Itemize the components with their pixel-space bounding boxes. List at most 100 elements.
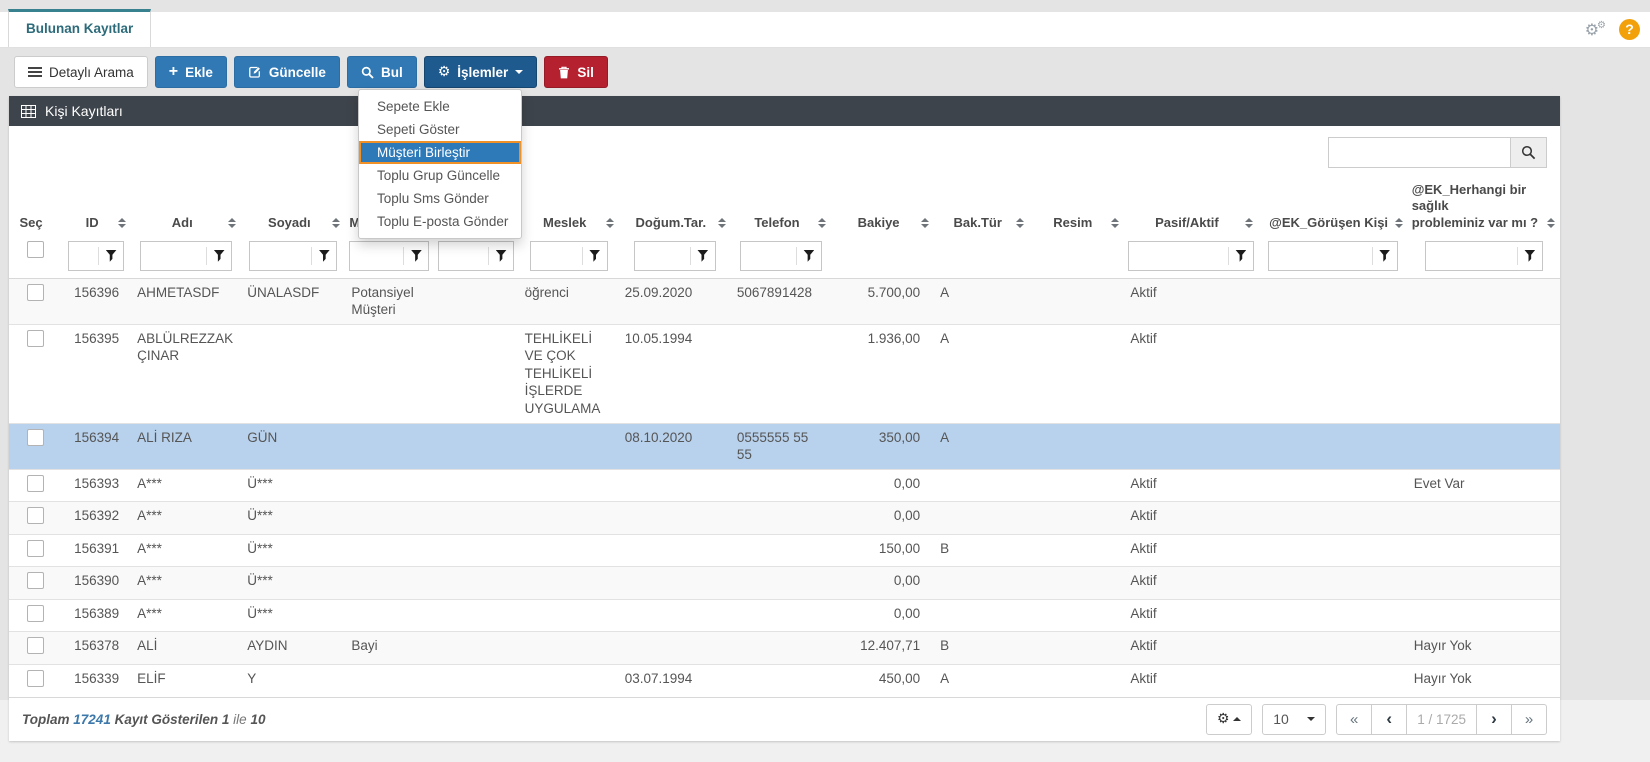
pager-settings-button[interactable]: ⚙ <box>1206 704 1252 735</box>
cell-soyadi: Ü*** <box>241 502 345 535</box>
filter-funnel-icon[interactable] <box>207 242 231 270</box>
filter-input-col6[interactable] <box>439 248 488 263</box>
update-button[interactable]: Güncelle <box>234 56 340 88</box>
next-page-button[interactable]: › <box>1476 704 1512 735</box>
column-label: Adı <box>172 215 193 230</box>
cell-ek_saglik <box>1408 278 1560 324</box>
filter-input-ek_saglik[interactable] <box>1426 248 1517 263</box>
find-button[interactable]: Bul <box>347 56 417 88</box>
cell-dogum_tar <box>619 567 731 600</box>
first-page-button[interactable]: « <box>1336 704 1372 735</box>
table-row[interactable]: 156390A***Ü***0,00Aktif <box>9 567 1560 600</box>
column-header-pasif_aktif[interactable]: Pasif/Aktif <box>1124 178 1257 239</box>
filter-input-musteri_tipi[interactable] <box>350 248 403 263</box>
filter-funnel-icon[interactable] <box>797 242 821 270</box>
column-header-ek_saglik[interactable]: @EK_Herhangi bir sağlık probleminiz var … <box>1408 178 1560 239</box>
row-checkbox[interactable] <box>27 540 44 557</box>
select-all-checkbox[interactable] <box>27 241 44 258</box>
sort-icon[interactable] <box>606 218 615 228</box>
sort-icon[interactable] <box>818 218 827 228</box>
column-header-dogum_tar[interactable]: Doğum.Tar. <box>619 178 731 239</box>
column-header-id[interactable]: ID <box>61 178 131 239</box>
menu-item[interactable]: Sepeti Göster <box>359 118 521 141</box>
sort-icon[interactable] <box>228 218 237 228</box>
filter-input-adi[interactable] <box>141 248 206 263</box>
table-search-input[interactable] <box>1328 137 1511 168</box>
page-size-select[interactable]: 10 <box>1262 704 1326 735</box>
row-checkbox[interactable] <box>27 507 44 524</box>
detailed-search-button[interactable]: Detaylı Arama <box>14 56 148 88</box>
cell-adi: ELİF <box>131 664 241 696</box>
row-checkbox[interactable] <box>27 475 44 492</box>
column-header-sec[interactable]: Seç <box>9 178 61 239</box>
column-header-meslek[interactable]: Meslek <box>519 178 619 239</box>
row-checkbox[interactable] <box>27 284 44 301</box>
filter-funnel-icon[interactable] <box>1229 242 1253 270</box>
help-icon[interactable]: ? <box>1619 19 1640 40</box>
sort-icon[interactable] <box>1245 218 1254 228</box>
menu-item[interactable]: Müşteri Birleştir <box>359 141 521 164</box>
table-row[interactable]: 156389A***Ü***0,00Aktif <box>9 599 1560 632</box>
sort-icon[interactable] <box>921 218 930 228</box>
operations-button[interactable]: ⚙ İşlemler <box>424 56 538 88</box>
menu-item[interactable]: Sepete Ekle <box>359 95 521 118</box>
column-header-bakiye[interactable]: Bakiye <box>831 178 934 239</box>
table-row[interactable]: 156392A***Ü***0,00Aktif <box>9 502 1560 535</box>
row-checkbox[interactable] <box>27 605 44 622</box>
table-row[interactable]: 156391A***Ü***150,00BAktif <box>9 534 1560 567</box>
column-header-soyadi[interactable]: Soyadı <box>241 178 345 239</box>
filter-funnel-icon[interactable] <box>583 242 607 270</box>
cell-resim <box>1029 664 1124 696</box>
column-header-telefon[interactable]: Telefon <box>731 178 831 239</box>
add-button[interactable]: + Ekle <box>155 56 227 88</box>
column-header-adi[interactable]: Adı <box>131 178 241 239</box>
table-row[interactable]: 156396AHMETASDFÜNALASDFPotansiyel Müşter… <box>9 278 1560 324</box>
row-checkbox[interactable] <box>27 429 44 446</box>
sort-icon[interactable] <box>1111 218 1120 228</box>
column-header-bak_tur[interactable]: Bak.Tür <box>934 178 1029 239</box>
column-header-resim[interactable]: Resim <box>1029 178 1124 239</box>
row-checkbox[interactable] <box>27 637 44 654</box>
filter-funnel-icon[interactable] <box>99 242 123 270</box>
filter-input-soyadi[interactable] <box>250 248 311 263</box>
filter-funnel-icon[interactable] <box>1518 242 1542 270</box>
sort-icon[interactable] <box>118 218 127 228</box>
cell-id: 156389 <box>61 599 131 632</box>
table-row[interactable]: 156394ALİ RIZAGÜN08.10.20200555555 55 55… <box>9 423 1560 469</box>
filter-funnel-icon[interactable] <box>312 242 336 270</box>
row-checkbox[interactable] <box>27 572 44 589</box>
table-search-button[interactable] <box>1510 137 1547 168</box>
row-checkbox[interactable] <box>27 330 44 347</box>
menu-item[interactable]: Toplu Sms Gönder <box>359 187 521 210</box>
sort-icon[interactable] <box>1395 218 1404 228</box>
filter-input-telefon[interactable] <box>741 248 796 263</box>
settings-gears-icon[interactable]: ⚙⚙ <box>1585 21 1606 38</box>
sort-icon[interactable] <box>332 218 341 228</box>
tab-bulunan-kayitlar[interactable]: Bulunan Kayıtlar <box>8 9 151 47</box>
cell-pasif_aktif: Aktif <box>1124 502 1257 535</box>
column-header-ek_gorusen_kisi[interactable]: @EK_Görüşen Kişi <box>1258 178 1408 239</box>
table-row[interactable]: 156395ABLÜLREZZAK ÇINARTEHLİKELİ VE ÇOK … <box>9 324 1560 423</box>
delete-button[interactable]: Sil <box>544 56 608 88</box>
last-page-button[interactable]: » <box>1511 704 1547 735</box>
filter-input-pasif_aktif[interactable] <box>1129 248 1228 263</box>
table-row[interactable]: 156378ALİAYDINBayi12.407,71BAktifHayır Y… <box>9 632 1560 665</box>
filter-input-ek_gorusen_kisi[interactable] <box>1269 248 1372 263</box>
filter-funnel-icon[interactable] <box>1373 242 1397 270</box>
menu-item[interactable]: Toplu E-posta Gönder <box>359 210 521 233</box>
filter-funnel-icon[interactable] <box>489 242 513 270</box>
cell-ek_gorusen_kisi <box>1258 664 1408 696</box>
sort-icon[interactable] <box>1547 218 1556 228</box>
menu-item[interactable]: Toplu Grup Güncelle <box>359 164 521 187</box>
table-row[interactable]: 156339ELİFY03.07.1994450,00AAktifHayır Y… <box>9 664 1560 696</box>
filter-funnel-icon[interactable] <box>404 242 428 270</box>
table-row[interactable]: 156393A***Ü***0,00AktifEvet Var <box>9 469 1560 502</box>
row-checkbox[interactable] <box>27 670 44 687</box>
filter-input-dogum_tar[interactable] <box>635 248 690 263</box>
sort-icon[interactable] <box>718 218 727 228</box>
prev-page-button[interactable]: ‹ <box>1371 704 1407 735</box>
filter-input-meslek[interactable] <box>531 248 582 263</box>
filter-funnel-icon[interactable] <box>691 242 715 270</box>
filter-input-id[interactable] <box>69 248 98 263</box>
sort-icon[interactable] <box>1016 218 1025 228</box>
